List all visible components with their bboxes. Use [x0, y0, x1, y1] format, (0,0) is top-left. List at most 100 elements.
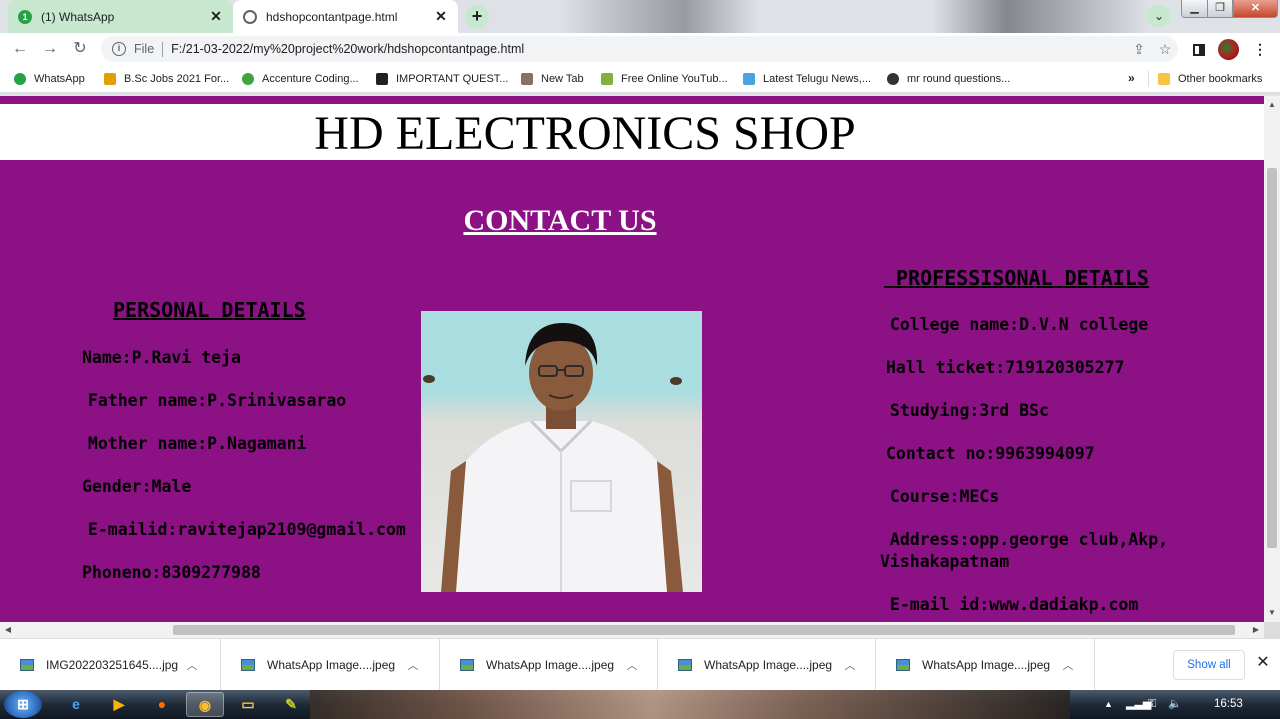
- bookmarks-overflow-button[interactable]: »: [1128, 65, 1135, 92]
- download-item[interactable]: WhatsApp Image....jpeg ︿: [440, 639, 658, 691]
- site-header: HD ELECTRONICS SHOP: [0, 104, 1264, 160]
- download-filename: WhatsApp Image....jpeg: [922, 658, 1051, 672]
- system-tray: ▲ ▂▃▅ ⚿ 🔈 16:53: [1100, 690, 1280, 719]
- notepad-icon[interactable]: ✎: [272, 692, 310, 717]
- download-item[interactable]: WhatsApp Image....jpeg ︿: [876, 639, 1095, 691]
- download-item[interactable]: WhatsApp Image....jpeg ︿: [658, 639, 876, 691]
- star-icon[interactable]: ☆: [1152, 41, 1178, 58]
- vertical-scroll-thumb[interactable]: [1267, 168, 1277, 548]
- news-icon: [743, 72, 755, 85]
- chevron-up-icon[interactable]: ︿: [403, 657, 423, 673]
- browser-toolbar: ← → ↻ i File F:/21-03-2022/my%20project%…: [0, 33, 1280, 65]
- bookmark-label: WhatsApp: [34, 72, 85, 85]
- bookmark-label: Latest Telugu News,...: [763, 72, 872, 85]
- whatsapp-icon: [14, 72, 26, 85]
- chrome-icon[interactable]: ◉: [186, 692, 224, 717]
- info-icon[interactable]: i: [112, 42, 126, 56]
- horizontal-scrollbar[interactable]: ◀ ▶: [0, 622, 1264, 638]
- close-icon[interactable]: ✕: [1253, 652, 1273, 676]
- tab-strip: 1 (1) WhatsApp ✕ hdshopcontantpage.html …: [0, 0, 1280, 33]
- folder-icon: [1158, 72, 1170, 85]
- share-icon[interactable]: ⇪: [1126, 41, 1152, 58]
- professional-course: Course:MECs: [880, 487, 1000, 506]
- volume-icon[interactable]: 🔈: [1168, 690, 1182, 719]
- download-filename: WhatsApp Image....jpeg: [704, 658, 833, 672]
- scroll-right-icon[interactable]: ▶: [1249, 622, 1263, 638]
- tab-whatsapp[interactable]: 1 (1) WhatsApp ✕: [8, 0, 233, 33]
- start-button[interactable]: ⊞: [4, 691, 42, 718]
- download-item[interactable]: IMG202203251645....jpg ︿: [0, 639, 221, 691]
- windows-taskbar: ⊞ e ▶ ● ◉ ▭ ✎ ▲ ▂▃▅ ⚿ 🔈 16:53: [0, 690, 1280, 719]
- download-item[interactable]: WhatsApp Image....jpeg ︿: [221, 639, 440, 691]
- chevron-up-icon[interactable]: ︿: [1058, 657, 1078, 673]
- show-all-downloads-button[interactable]: Show all: [1173, 650, 1245, 680]
- bookmark-mr-round[interactable]: mr round questions...: [887, 65, 1010, 92]
- bookmark-important-questions[interactable]: IMPORTANT QUEST...: [376, 65, 508, 92]
- professional-hall-ticket: Hall ticket:719120305277: [886, 358, 1125, 377]
- file-explorer-icon[interactable]: ▭: [229, 692, 267, 717]
- professional-contact: Contact no:9963994097: [886, 444, 1095, 463]
- horizontal-scroll-thumb[interactable]: [173, 625, 1235, 635]
- tab-hdshop[interactable]: hdshopcontantpage.html ✕: [233, 0, 458, 33]
- firefox-icon[interactable]: ●: [143, 692, 181, 717]
- reload-button[interactable]: ↻: [65, 35, 95, 63]
- leaf-icon: [104, 72, 116, 85]
- power-icon[interactable]: ⚿: [1148, 690, 1156, 719]
- clock[interactable]: 16:53: [1214, 690, 1243, 719]
- bookmark-label: Free Online YouTub...: [621, 72, 728, 85]
- side-panel-icon: [1193, 44, 1205, 57]
- download-filename: IMG202203251645....jpg: [46, 658, 179, 672]
- profile-photo: [421, 311, 702, 592]
- professional-email: E-mail id:www.dadiakp.com: [880, 595, 1139, 614]
- other-bookmarks-folder[interactable]: Other bookmarks: [1158, 65, 1262, 92]
- bookmark-telugu-news[interactable]: Latest Telugu News,...: [743, 65, 871, 92]
- back-button[interactable]: ←: [5, 35, 35, 63]
- scroll-down-icon[interactable]: ▼: [1264, 606, 1280, 620]
- minimize-button[interactable]: ▁: [1181, 0, 1208, 18]
- browser-menu-button[interactable]: ⋮: [1250, 33, 1270, 65]
- image-file-icon: [896, 659, 910, 671]
- bookmark-label: B.Sc Jobs 2021 For...: [124, 72, 230, 85]
- top-stripe: [0, 96, 1264, 104]
- chevron-up-icon[interactable]: ︿: [622, 657, 642, 673]
- bookmark-bsc-jobs[interactable]: B.Sc Jobs 2021 For...: [104, 65, 229, 92]
- profile-avatar[interactable]: [1218, 39, 1239, 60]
- bookmark-whatsapp[interactable]: WhatsApp: [14, 65, 85, 92]
- image-icon: [521, 72, 533, 85]
- forward-button[interactable]: →: [35, 35, 65, 63]
- new-tab-button[interactable]: +: [465, 5, 489, 29]
- personal-father-name: Father name:P.Srinivasarao: [78, 391, 347, 410]
- divider: [1148, 71, 1149, 87]
- scroll-left-icon[interactable]: ◀: [1, 622, 15, 638]
- bookmark-youtube-downloader[interactable]: Free Online YouTub...: [601, 65, 728, 92]
- chevron-up-icon[interactable]: ︿: [840, 657, 860, 673]
- bookmark-label: mr round questions...: [907, 72, 1011, 85]
- desktop-wallpaper: [310, 690, 1070, 719]
- page-viewport: HD ELECTRONICS SHOP CONTACT US PERSONAL …: [0, 96, 1264, 622]
- personal-name: Name:P.Ravi teja: [82, 348, 241, 367]
- vertical-scrollbar[interactable]: ▲ ▼: [1264, 96, 1280, 622]
- personal-mother-name: Mother name:P.Nagamani: [78, 434, 307, 453]
- chevron-up-icon[interactable]: ︿: [182, 657, 202, 673]
- scroll-up-icon[interactable]: ▲: [1264, 98, 1280, 112]
- tray-expand-icon[interactable]: ▲: [1104, 690, 1113, 719]
- download-filename: WhatsApp Image....jpeg: [267, 658, 396, 672]
- download-shelf: IMG202203251645....jpg ︿ WhatsApp Image.…: [0, 638, 1280, 691]
- personal-gender: Gender:Male: [82, 477, 192, 496]
- media-player-icon[interactable]: ▶: [100, 692, 138, 717]
- bookmark-label: New Tab: [541, 72, 584, 85]
- close-icon[interactable]: ✕: [209, 8, 223, 25]
- window-close-button[interactable]: ✕: [1233, 0, 1278, 18]
- address-bar[interactable]: i File F:/21-03-2022/my%20project%20work…: [101, 36, 1178, 62]
- divider: [162, 41, 164, 57]
- side-panel-button[interactable]: [1188, 33, 1210, 65]
- bookmark-accenture[interactable]: Accenture Coding...: [242, 65, 359, 92]
- url-text[interactable]: F:/21-03-2022/my%20project%20work/hdshop…: [171, 42, 1126, 56]
- contact-heading: CONTACT US: [463, 204, 657, 237]
- close-icon[interactable]: ✕: [434, 8, 448, 25]
- tab-search-button[interactable]: ⌄: [1147, 5, 1171, 27]
- download-arrow-icon: [601, 72, 613, 85]
- internet-explorer-icon[interactable]: e: [57, 692, 95, 717]
- bookmark-new-tab[interactable]: New Tab: [521, 65, 584, 92]
- maximize-button[interactable]: ❐: [1207, 0, 1233, 18]
